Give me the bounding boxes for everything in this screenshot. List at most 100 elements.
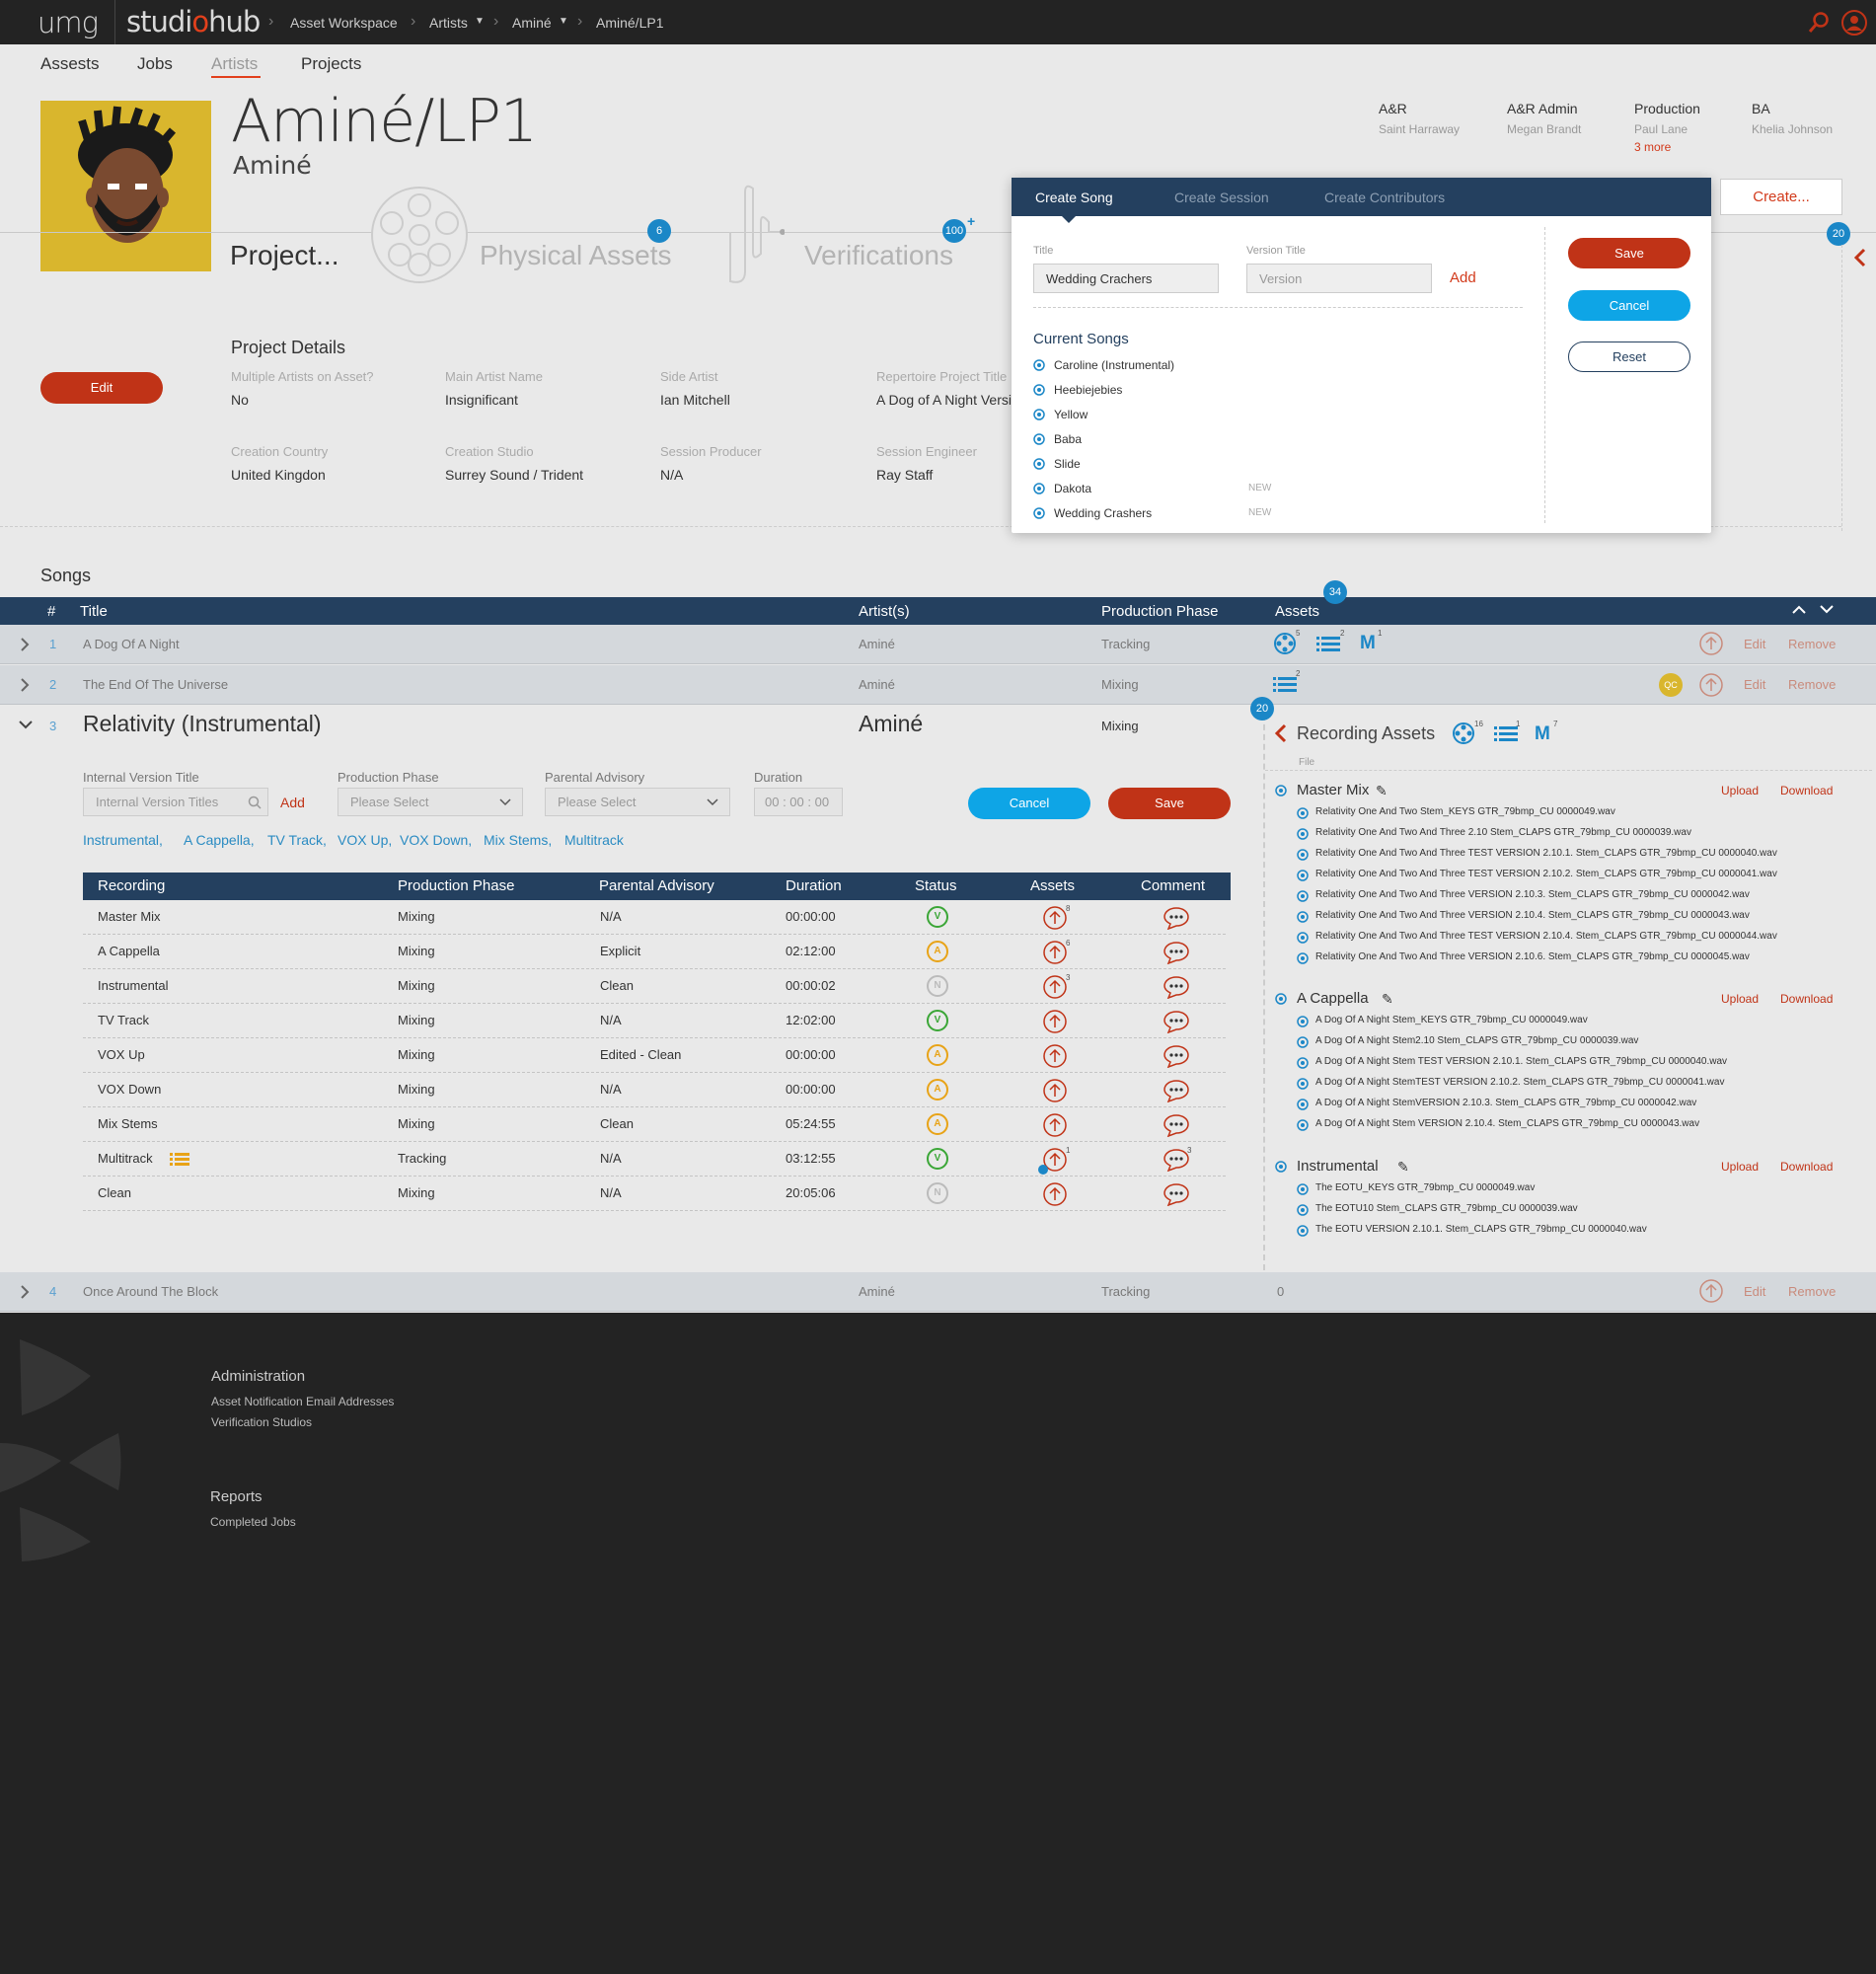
cancel-button[interactable]: Cancel: [968, 788, 1090, 819]
song-row[interactable]: [0, 1272, 1876, 1312]
upload-link[interactable]: Upload: [1721, 784, 1759, 797]
upload-link[interactable]: Upload: [1721, 992, 1759, 1006]
title-input[interactable]: Wedding Crachers: [1033, 264, 1219, 293]
upload-icon[interactable]: [1043, 906, 1067, 930]
footer-link[interactable]: Verification Studios: [211, 1415, 312, 1429]
col-title[interactable]: Title: [80, 603, 108, 620]
col-production-phase[interactable]: Production Phase: [398, 877, 514, 894]
upload-icon[interactable]: [1043, 1044, 1067, 1068]
comment-icon[interactable]: [1163, 975, 1190, 999]
chevron-down-icon[interactable]: ▼: [559, 16, 568, 27]
asset-file[interactable]: Relativity One And Two And Three VERSION…: [1315, 889, 1750, 900]
col-production-phase[interactable]: Production Phase: [1101, 603, 1218, 620]
stage-physical-assets[interactable]: Physical Assets: [480, 240, 672, 271]
asset-file[interactable]: Relativity One And Two And Three 2.10 St…: [1315, 827, 1691, 838]
chevron-down-icon[interactable]: [18, 719, 34, 730]
internal-version-input[interactable]: Internal Version Titles: [83, 788, 268, 816]
asset-file[interactable]: A Dog Of A Night Stem TEST VERSION 2.10.…: [1315, 1056, 1727, 1067]
nav-assests[interactable]: Assests: [40, 54, 100, 74]
nav-projects[interactable]: Projects: [301, 54, 361, 74]
breadcrumb-asset-workspace[interactable]: Asset Workspace: [290, 15, 398, 31]
recording-name[interactable]: Instrumental: [98, 978, 169, 993]
current-song[interactable]: Yellow: [1054, 408, 1088, 421]
asset-file[interactable]: The EOTU10 Stem_CLAPS GTR_79bmp_CU 00000…: [1315, 1203, 1578, 1214]
song-title[interactable]: Relativity (Instrumental): [83, 711, 322, 737]
comment-icon[interactable]: [1163, 1113, 1190, 1137]
download-link[interactable]: Download: [1780, 784, 1833, 797]
edit-link[interactable]: Edit: [1744, 677, 1765, 692]
team-more-link[interactable]: 3 more: [1634, 140, 1671, 154]
col-duration[interactable]: Duration: [786, 877, 842, 894]
pencil-icon[interactable]: ✎: [1382, 991, 1393, 1008]
pencil-icon[interactable]: ✎: [1376, 783, 1388, 799]
save-button[interactable]: Save: [1568, 238, 1690, 268]
asset-file[interactable]: Relativity One And Two And Three TEST VE…: [1315, 848, 1777, 859]
status-icon[interactable]: V: [927, 1148, 948, 1170]
status-icon[interactable]: A: [927, 1044, 948, 1066]
asset-file[interactable]: Relativity One And Two And Three TEST VE…: [1315, 931, 1777, 942]
list-icon[interactable]: [1273, 675, 1297, 693]
version-chip[interactable]: TV Track,: [267, 832, 327, 848]
status-icon[interactable]: V: [927, 906, 948, 928]
song-title[interactable]: The End Of The Universe: [83, 677, 228, 692]
reset-button[interactable]: Reset: [1568, 342, 1690, 372]
search-icon[interactable]: [1807, 11, 1831, 35]
version-chip[interactable]: VOX Down,: [400, 832, 472, 848]
chevron-down-icon[interactable]: [1819, 603, 1835, 615]
create-button[interactable]: Create...: [1720, 179, 1842, 215]
asset-file[interactable]: A Dog Of A Night StemTEST VERSION 2.10.2…: [1315, 1077, 1724, 1088]
chevron-right-icon[interactable]: [20, 637, 30, 652]
comment-icon[interactable]: [1163, 941, 1190, 964]
comment-icon[interactable]: [1163, 906, 1190, 930]
list-icon[interactable]: [1316, 635, 1340, 652]
upload-icon[interactable]: [1699, 632, 1723, 655]
current-song[interactable]: Dakota: [1054, 482, 1091, 495]
chevron-up-icon[interactable]: [1791, 603, 1807, 615]
comment-icon[interactable]: [1163, 1044, 1190, 1068]
upload-icon[interactable]: [1699, 673, 1723, 697]
version-chip[interactable]: VOX Up,: [338, 832, 392, 848]
current-song[interactable]: Caroline (Instrumental): [1054, 358, 1174, 372]
comment-icon[interactable]: [1163, 1148, 1190, 1172]
save-button[interactable]: Save: [1108, 788, 1231, 819]
asset-file[interactable]: A Dog Of A Night StemVERSION 2.10.3. Ste…: [1315, 1098, 1696, 1108]
song-title[interactable]: A Dog Of A Night: [83, 637, 180, 651]
download-link[interactable]: Download: [1780, 1160, 1833, 1174]
list-icon[interactable]: [170, 1152, 189, 1167]
chevron-right-icon[interactable]: [20, 677, 30, 693]
version-title-input[interactable]: Version: [1246, 264, 1432, 293]
version-chip[interactable]: Instrumental,: [83, 832, 163, 848]
duration-input[interactable]: 00 : 00 : 00: [754, 788, 843, 816]
upload-icon[interactable]: [1043, 941, 1067, 964]
upload-icon[interactable]: [1043, 1079, 1067, 1102]
current-song[interactable]: Wedding Crashers: [1054, 506, 1152, 520]
version-chip[interactable]: Mix Stems,: [484, 832, 552, 848]
chevron-right-icon[interactable]: [20, 1284, 30, 1300]
upload-icon[interactable]: [1699, 1279, 1723, 1303]
footer-link[interactable]: Asset Notification Email Addresses: [211, 1395, 394, 1408]
asset-section-title[interactable]: Instrumental: [1297, 1158, 1379, 1175]
cancel-button[interactable]: Cancel: [1568, 290, 1690, 321]
comment-icon[interactable]: [1163, 1010, 1190, 1033]
col-artists[interactable]: Artist(s): [859, 603, 910, 620]
upload-icon[interactable]: [1043, 1113, 1067, 1137]
parental-advisory-select[interactable]: Please Select: [545, 788, 730, 816]
nav-artists[interactable]: Artists: [211, 54, 258, 74]
status-icon[interactable]: A: [927, 1113, 948, 1135]
current-song[interactable]: Baba: [1054, 432, 1082, 446]
recording-name[interactable]: VOX Up: [98, 1047, 145, 1062]
status-icon[interactable]: A: [927, 1079, 948, 1101]
col-parental-advisory[interactable]: Parental Advisory: [599, 877, 714, 894]
col-assets[interactable]: Assets: [1275, 603, 1319, 620]
asset-section-title[interactable]: A Cappella: [1297, 990, 1369, 1007]
status-icon[interactable]: N: [927, 1182, 948, 1204]
recording-name[interactable]: Mix Stems: [98, 1116, 158, 1131]
recording-name[interactable]: A Cappella: [98, 944, 160, 958]
current-song[interactable]: Slide: [1054, 457, 1081, 471]
comment-icon[interactable]: [1163, 1079, 1190, 1102]
remove-link[interactable]: Remove: [1788, 637, 1836, 651]
recording-name[interactable]: Multitrack: [98, 1151, 153, 1166]
status-icon[interactable]: V: [927, 1010, 948, 1031]
chevron-left-icon[interactable]: [1853, 247, 1867, 268]
qc-badge[interactable]: QC: [1659, 673, 1683, 697]
